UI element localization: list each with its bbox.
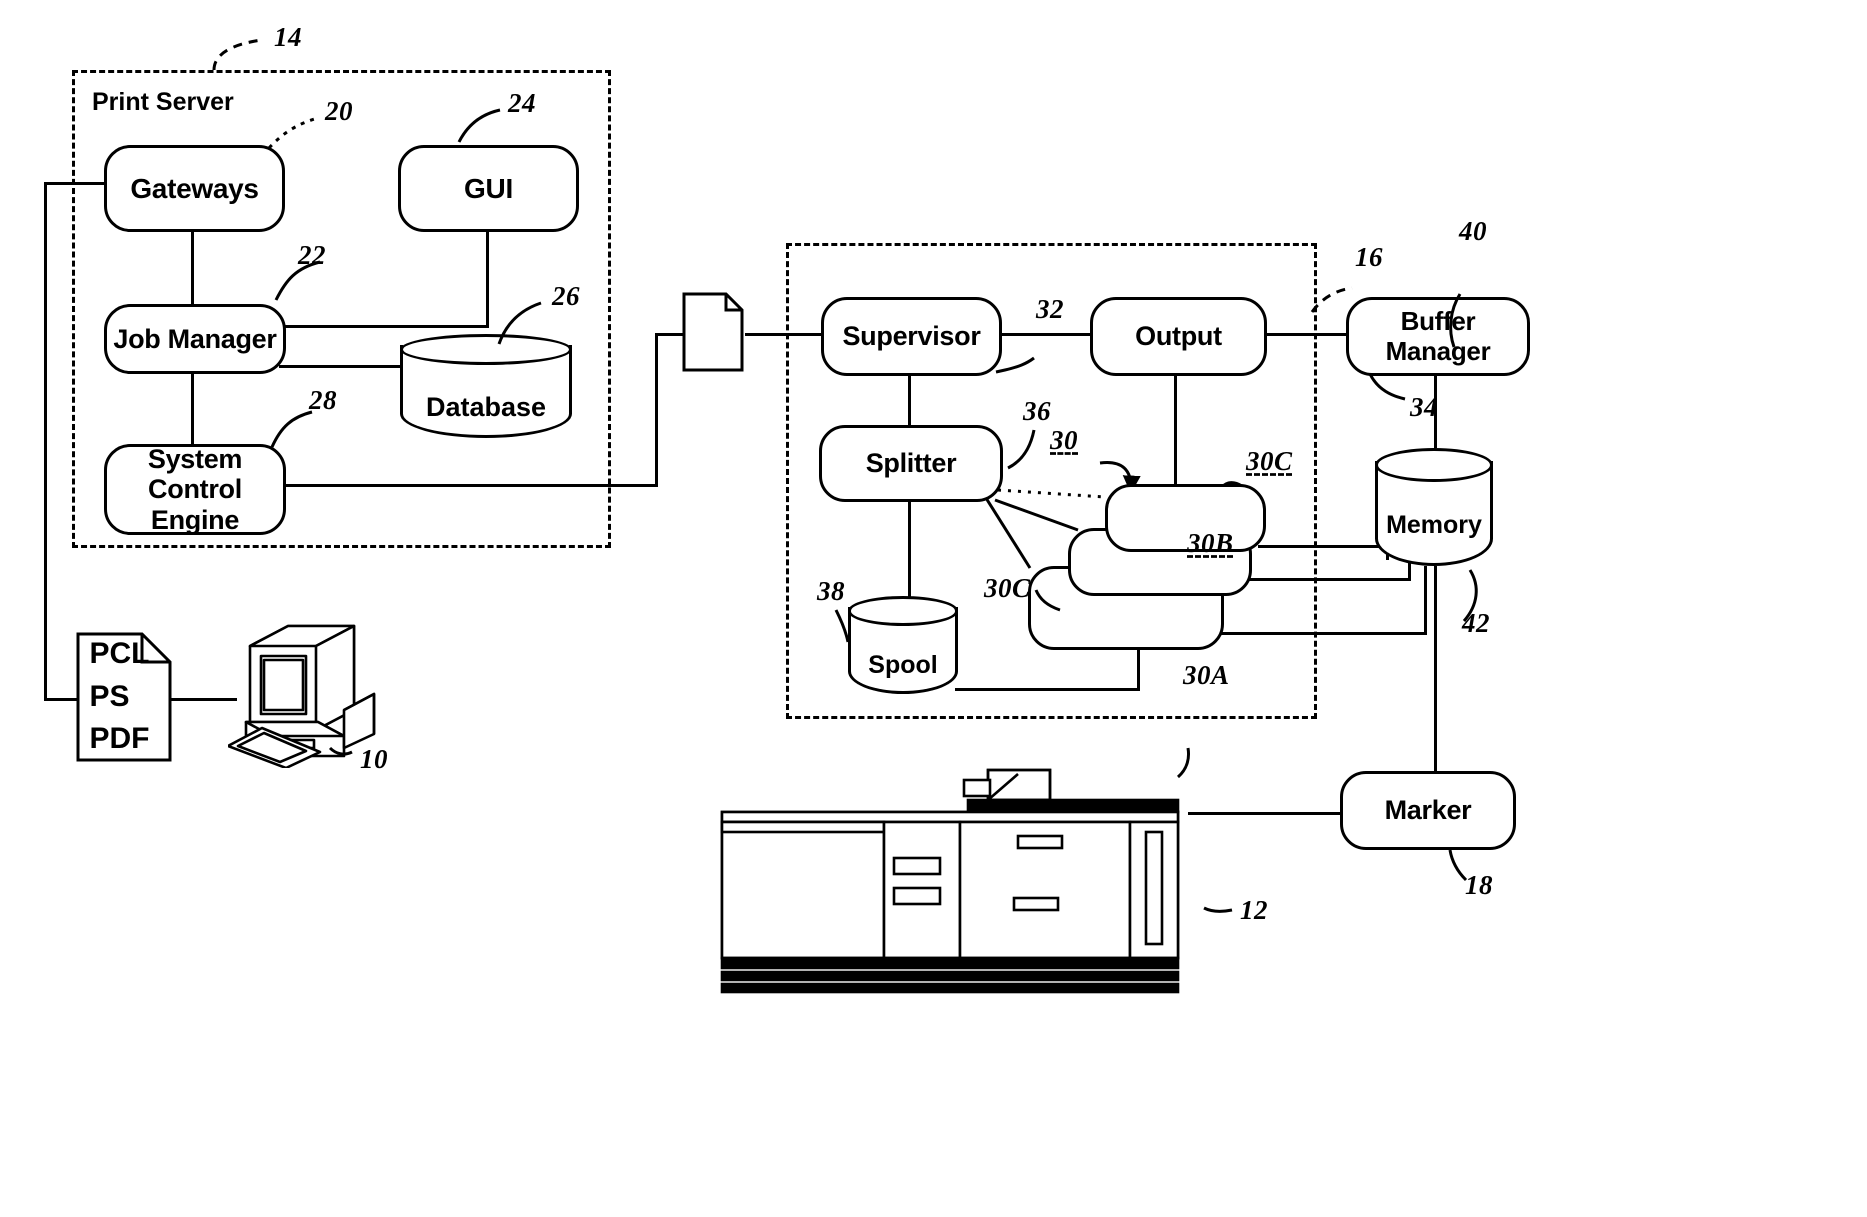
ref-30: 30 (1050, 425, 1078, 455)
line-jobmanager-systemcontrol (191, 368, 194, 444)
line-raster-b-memory (1243, 578, 1411, 581)
line-gateways-to-bus (44, 182, 108, 185)
cylinder-memory-label: Memory (1386, 511, 1482, 540)
box-raster-30c[interactable] (1105, 484, 1266, 552)
cylinder-spool[interactable]: Spool (848, 596, 958, 694)
line-raster-c-memory (1258, 545, 1389, 548)
cylinder-spool-label: Spool (868, 651, 938, 680)
box-buffer-manager[interactable]: Buffer Manager (1346, 297, 1530, 376)
printer-icon (718, 766, 1196, 994)
page-icon (682, 292, 744, 372)
ref-26: 26 (552, 281, 580, 311)
ref-30a: 30A (1183, 660, 1230, 690)
document-format-2: PDF (89, 722, 150, 756)
box-splitter-label: Splitter (865, 448, 957, 479)
ref-30c-top: 30C (1246, 446, 1293, 476)
box-job-manager[interactable]: Job Manager (104, 304, 286, 374)
document-format-0: PCL (89, 637, 150, 671)
leader-14 (212, 38, 263, 71)
cylinder-database[interactable]: Database (400, 334, 572, 438)
box-splitter[interactable]: Splitter (819, 425, 1003, 502)
box-job-manager-label: Job Manager (113, 323, 277, 354)
line-memory-marker (1434, 566, 1437, 771)
line-splitter-spool (908, 496, 911, 600)
ref-20: 20 (325, 96, 353, 126)
box-gateways[interactable]: Gateways (104, 145, 285, 232)
box-supervisor[interactable]: Supervisor (821, 297, 1002, 376)
box-gateways-label: Gateways (130, 172, 259, 204)
ref-22: 22 (298, 240, 326, 270)
ref-36: 36 (1023, 396, 1051, 426)
line-bus-vertical (44, 182, 47, 698)
line-printer-marker (1188, 812, 1340, 815)
print-server-caption: Print Server (92, 88, 234, 116)
line-spool-raster-a (955, 688, 1140, 691)
ref-28: 28 (309, 385, 337, 415)
memory-top (1375, 448, 1493, 483)
leader-18 (1448, 849, 1468, 882)
box-system-control-engine-label-line1: System Control (147, 444, 243, 505)
ref-34: 34 (1410, 392, 1438, 422)
ref-30c-bottom: 30C (984, 573, 1031, 603)
ref-18: 18 (1465, 870, 1493, 900)
line-systemcontrol-up (655, 333, 658, 485)
ref-42: 42 (1462, 608, 1490, 638)
ref-30b: 30B (1187, 528, 1234, 558)
box-output-label: Output (1135, 321, 1222, 352)
leader-34 (1368, 373, 1406, 401)
ref-24: 24 (508, 88, 536, 118)
line-gui-down (486, 226, 489, 325)
cylinder-database-label: Database (425, 392, 547, 423)
line-output-raster-c (1174, 370, 1177, 494)
box-output[interactable]: Output (1090, 297, 1267, 376)
line-raster-a-memory-v (1424, 566, 1427, 634)
line-supervisor-output (996, 333, 1091, 336)
patent-figure: Print Server Gateways GUI Job Manager Sy… (0, 0, 1867, 1217)
cylinder-memory[interactable]: Memory (1375, 448, 1493, 566)
ref-32: 32 (1036, 294, 1064, 324)
box-system-control-engine[interactable]: System Control Engine (104, 444, 286, 535)
line-raster-a-memory (1215, 632, 1427, 635)
box-supervisor-label: Supervisor (842, 321, 981, 352)
leader-16 (1310, 286, 1353, 313)
line-systemcontrol-right (279, 484, 658, 487)
ref-16: 16 (1355, 242, 1383, 272)
job-document-icon: PCL PS PDF (76, 632, 172, 762)
document-format-1: PS (89, 679, 130, 713)
box-system-control-engine-label-line2: Engine (150, 504, 240, 535)
ref-38: 38 (817, 576, 845, 606)
line-supervisor-splitter (908, 370, 911, 425)
ref-14: 14 (274, 22, 302, 52)
database-top (400, 334, 572, 365)
box-gui-label: GUI (464, 172, 513, 204)
ref-40: 40 (1459, 216, 1487, 246)
line-jobmanager-database (279, 365, 404, 368)
box-buffer-manager-label: Buffer Manager (1385, 306, 1491, 366)
line-gui-to-jobmanager (279, 325, 489, 328)
spool-top (848, 596, 958, 626)
leader-12 (1203, 906, 1233, 913)
line-pageicon-supervisor (745, 333, 821, 336)
box-marker[interactable]: Marker (1340, 771, 1516, 850)
ref-12: 12 (1240, 895, 1268, 925)
box-gui[interactable]: GUI (398, 145, 579, 232)
line-raster-a-down (1137, 645, 1140, 690)
line-output-buffermanager (1261, 333, 1347, 336)
box-marker-label: Marker (1384, 795, 1472, 826)
ref-10: 10 (360, 744, 388, 774)
line-gateways-jobmanager (191, 226, 194, 304)
